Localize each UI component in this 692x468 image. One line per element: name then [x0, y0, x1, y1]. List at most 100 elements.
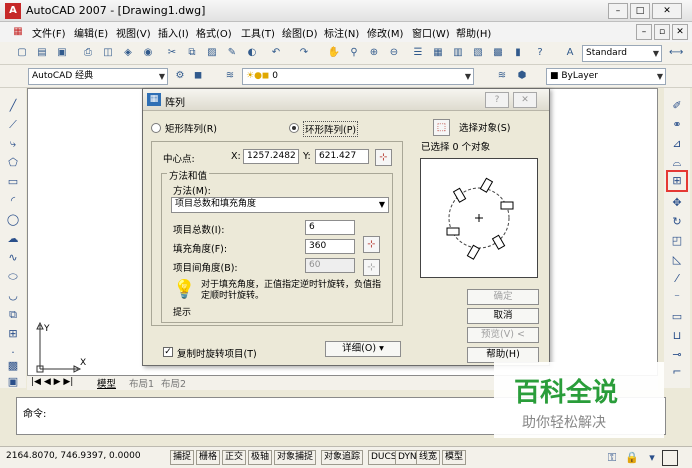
angle-between-input[interactable]: 60 — [305, 258, 355, 273]
properties-icon[interactable]: ☰ — [410, 45, 426, 61]
help-button[interactable]: 帮助(H) — [467, 347, 539, 363]
menu-help[interactable]: 帮助(H) — [456, 25, 491, 40]
details-button[interactable]: 详细(O) ▾ — [325, 341, 401, 357]
grid-toggle[interactable]: 栅格 — [196, 450, 221, 465]
spline-icon[interactable]: ∿ — [5, 250, 21, 266]
fill-angle-input[interactable]: 360 — [305, 239, 355, 254]
redo-icon[interactable]: ↷ — [296, 45, 312, 61]
communication-center-icon[interactable]: ⚿ — [604, 450, 620, 466]
ortho-toggle[interactable]: 正交 — [222, 450, 247, 465]
layer-previous-icon[interactable]: ⬢ — [514, 68, 530, 84]
doc-icon[interactable]: ▦ — [10, 24, 26, 40]
zoom-window-icon[interactable]: ⊕ — [366, 45, 382, 61]
tab-nav-arrows[interactable]: |◀ ◀ ▶ ▶| — [31, 377, 73, 387]
rect-array-radio[interactable] — [151, 123, 161, 133]
block-editor-icon[interactable]: ◐ — [244, 45, 260, 61]
make-current-layer-icon[interactable]: ≋ — [494, 68, 510, 84]
rotate-icon[interactable]: ↻ — [669, 214, 685, 230]
menu-modify[interactable]: 修改(M) — [367, 25, 403, 40]
snap-toggle[interactable]: 捕捉 — [170, 450, 195, 465]
select-objects-button[interactable]: ⬚ — [433, 119, 450, 136]
open-icon[interactable]: ▤ — [34, 45, 50, 61]
array-icon[interactable]: ⊞ — [666, 170, 688, 192]
markup-icon[interactable]: ▩ — [490, 45, 506, 61]
preview-button[interactable]: 预览(V) < — [467, 327, 539, 343]
polar-toggle[interactable]: 极轴 — [248, 450, 273, 465]
dialog-close-icon[interactable]: ✕ — [513, 92, 537, 108]
stretch-icon[interactable]: ◺ — [669, 252, 685, 268]
zoom-realtime-icon[interactable]: ⚲ — [346, 45, 362, 61]
layer-select[interactable]: ☀●◼ 0 ▼ — [242, 68, 474, 85]
copy-object-icon[interactable]: ⚭ — [669, 117, 685, 133]
publish-icon[interactable]: ◈ — [120, 45, 136, 61]
layer-manager-icon[interactable]: ≋ — [222, 68, 238, 84]
menu-edit[interactable]: 编辑(E) — [74, 25, 108, 40]
pan-icon[interactable]: ✋ — [326, 45, 342, 61]
center-x-input[interactable]: 1257.2482 — [243, 149, 299, 164]
scale-icon[interactable]: ◰ — [669, 233, 685, 249]
print-icon[interactable]: ⎙ — [80, 45, 96, 61]
dim-style-icon[interactable]: ⟷ — [668, 45, 684, 61]
help-icon[interactable]: ? — [532, 45, 548, 61]
close-icon[interactable]: ✕ — [652, 3, 682, 19]
zoom-previous-icon[interactable]: ⊖ — [386, 45, 402, 61]
sheet-set-icon[interactable]: ▧ — [470, 45, 486, 61]
circle-icon[interactable]: ◯ — [5, 212, 21, 228]
doc-minimize-icon[interactable]: – — [636, 24, 652, 40]
insert-block-icon[interactable]: ⧉ — [5, 307, 21, 323]
minimize-icon[interactable]: – — [608, 3, 628, 19]
etransmit-icon[interactable]: ◉ — [140, 45, 156, 61]
text-style-select[interactable]: Standard ▼ — [582, 45, 662, 62]
menu-tools[interactable]: 工具(T) — [241, 25, 275, 40]
mirror-icon[interactable]: ⊿ — [669, 136, 685, 152]
model-toggle[interactable]: 模型 — [442, 450, 467, 465]
menu-insert[interactable]: 插入(I) — [158, 25, 189, 40]
polygon-icon[interactable]: ⬠ — [5, 155, 21, 171]
fillet-icon[interactable]: ⌐ — [669, 364, 685, 380]
revision-cloud-icon[interactable]: ☁ — [5, 231, 21, 247]
erase-icon[interactable]: ✐ — [669, 98, 685, 114]
tab-layout1[interactable]: 布局1 — [129, 376, 154, 390]
menu-format[interactable]: 格式(O) — [196, 25, 232, 40]
undo-icon[interactable]: ↶ — [268, 45, 284, 61]
ok-button[interactable]: 确定 — [467, 289, 539, 305]
maximize-icon[interactable]: □ — [630, 3, 650, 19]
rotate-items-checkbox[interactable]: ✓ — [163, 347, 173, 357]
break-icon[interactable]: ▭ — [669, 309, 685, 325]
save-icon[interactable]: ▣ — [54, 45, 70, 61]
doc-restore-icon[interactable]: ▫ — [654, 24, 670, 40]
method-select[interactable]: 项目总数和填充角度 ▼ — [171, 197, 389, 213]
otrack-toggle[interactable]: 对象追踪 — [321, 450, 364, 465]
workspace-settings-icon[interactable]: ⚙ — [172, 68, 188, 84]
menu-view[interactable]: 视图(V) — [116, 25, 151, 40]
pick-center-button[interactable]: ⊹ — [375, 149, 392, 166]
join-icon[interactable]: ⊔ — [669, 328, 685, 344]
menu-window[interactable]: 窗口(W) — [412, 25, 450, 40]
text-style-icon[interactable]: A — [562, 45, 578, 61]
hatch-icon[interactable]: ▩ — [5, 358, 21, 374]
preview-icon[interactable]: ◫ — [100, 45, 116, 61]
cancel-button[interactable]: 取消 — [467, 308, 539, 324]
pick-fill-angle-button[interactable]: ⊹ — [363, 236, 380, 253]
copy-icon[interactable]: ⧉ — [184, 45, 200, 61]
menu-file[interactable]: 文件(F) — [32, 25, 66, 40]
total-items-input[interactable]: 6 — [305, 220, 355, 235]
paste-icon[interactable]: ▨ — [204, 45, 220, 61]
save-workspace-icon[interactable]: ◼ — [190, 68, 206, 84]
pick-angle-between-button[interactable]: ⊹ — [363, 259, 380, 276]
extend-icon[interactable]: ⁻ — [669, 290, 685, 306]
clean-screen-icon[interactable] — [662, 450, 678, 466]
move-icon[interactable]: ✥ — [669, 195, 685, 211]
osnap-toggle[interactable]: 对象捕捉 — [274, 450, 317, 465]
match-properties-icon[interactable]: ✎ — [224, 45, 240, 61]
tool-palettes-icon[interactable]: ▥ — [450, 45, 466, 61]
line-icon[interactable]: ╱ — [5, 98, 21, 114]
construction-line-icon[interactable]: ⟋ — [5, 117, 21, 133]
make-block-icon[interactable]: ⊞ — [5, 326, 21, 342]
color-select[interactable]: ■ ByLayer ▼ — [546, 68, 666, 85]
polyline-icon[interactable]: ⤷ — [5, 136, 21, 152]
menu-dimension[interactable]: 标注(N) — [324, 25, 359, 40]
offset-icon[interactable]: ⌓ — [669, 155, 685, 171]
menu-draw[interactable]: 绘图(D) — [282, 25, 318, 40]
doc-close-icon[interactable]: ✕ — [672, 24, 688, 40]
